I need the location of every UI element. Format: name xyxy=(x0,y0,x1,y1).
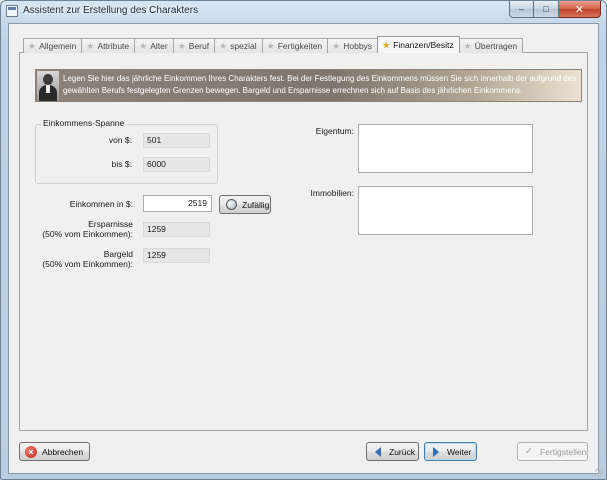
star-icon: ★ xyxy=(266,40,275,51)
cancel-icon: × xyxy=(25,445,37,458)
finish-button-label: Fertigstellen xyxy=(540,446,587,457)
star-icon: ★ xyxy=(177,40,186,51)
tab-attribute[interactable]: ★ Attribute xyxy=(81,38,136,53)
maximize-icon: □ xyxy=(543,4,549,14)
tab-strip: ★ Allgemein ★ Attribute ★ Alter ★ Beruf ★ spe… xyxy=(23,36,524,53)
resize-grip[interactable] xyxy=(595,468,604,477)
savings-label-line1: Ersparnisse xyxy=(88,219,133,229)
info-banner: Legen Sie hier das jährliche Einkommen I… xyxy=(35,69,582,102)
tab-label: Alter xyxy=(150,41,168,51)
real-estate-label: Immobilien: xyxy=(310,188,354,198)
tab-label: Finanzen/Besitz xyxy=(393,40,454,50)
cancel-button-label: Abbrechen xyxy=(42,446,84,457)
to-value: 6000 xyxy=(143,157,210,172)
tab-finanzen-besitz[interactable]: ★ Finanzen/Besitz xyxy=(377,36,460,53)
window-title: Assistent zur Erstellung des Charakters xyxy=(23,5,199,16)
title-bar[interactable]: Assistent zur Erstellung des Charakters … xyxy=(1,1,606,22)
minimize-button[interactable]: – xyxy=(509,1,534,18)
income-label: Einkommen in $: xyxy=(69,199,133,209)
close-button[interactable]: ✕ xyxy=(559,1,601,18)
star-icon: ★ xyxy=(463,40,472,51)
tab-label: Übertragen xyxy=(474,41,518,51)
income-input[interactable]: 2519 xyxy=(143,195,212,212)
property-label: Eigentum: xyxy=(315,126,354,136)
star-icon: ★ xyxy=(332,40,341,51)
banner-text: Legen Sie hier das jährliche Einkommen I… xyxy=(63,74,577,95)
cash-label-line1: Bargeld xyxy=(103,249,133,259)
tab-alter[interactable]: ★ Alter xyxy=(134,38,174,53)
tab-label: spezial xyxy=(230,41,257,51)
star-icon: ★ xyxy=(219,40,228,51)
tab-label: Beruf xyxy=(188,41,210,51)
finish-button[interactable]: ✓ Fertigstellen xyxy=(517,442,588,461)
star-icon: ★ xyxy=(28,40,37,51)
savings-value: 1259 xyxy=(143,222,210,237)
back-button-label: Zurück xyxy=(389,446,415,457)
from-value: 501 xyxy=(143,133,210,148)
property-textarea[interactable] xyxy=(358,124,533,173)
tab-beruf[interactable]: ★ Beruf xyxy=(172,38,216,53)
star-icon: ★ xyxy=(382,39,391,50)
to-label: bis $: xyxy=(111,159,132,169)
from-label: von $: xyxy=(108,135,132,145)
tab-allgemein[interactable]: ★ Allgemein xyxy=(23,38,83,53)
close-icon: ✕ xyxy=(574,3,585,16)
next-button-label: Weiter xyxy=(447,446,472,457)
tab-fertigkeiten[interactable]: ★ Fertigkeiten xyxy=(261,38,329,53)
app-icon xyxy=(6,5,18,17)
cancel-button[interactable]: × Abbrechen xyxy=(19,442,90,461)
caption-buttons: – □ ✕ xyxy=(509,1,601,18)
star-icon: ★ xyxy=(139,40,148,51)
tab-label: Attribute xyxy=(97,41,130,51)
star-icon: ★ xyxy=(86,40,95,51)
maximize-button[interactable]: □ xyxy=(534,1,559,18)
portrait-icon xyxy=(37,71,59,101)
tab-label: Allgemein xyxy=(39,41,77,51)
tab-panel xyxy=(19,52,588,431)
back-button[interactable]: Zurück xyxy=(366,442,419,461)
cash-label: Bargeld (50% vom Einkommen): xyxy=(40,249,133,269)
income-range-title: Einkommens-Spanne xyxy=(41,118,127,128)
minimize-icon: – xyxy=(518,4,524,14)
real-estate-textarea[interactable] xyxy=(358,186,533,235)
random-button-label: Zufällig xyxy=(242,199,270,210)
arrow-left-icon xyxy=(372,446,384,458)
next-button[interactable]: Weiter xyxy=(424,442,477,461)
arrow-right-icon xyxy=(430,446,442,458)
globe-icon xyxy=(225,199,237,211)
tab-uebertragen[interactable]: ★ Übertragen xyxy=(458,38,524,53)
savings-label-line2: (50% vom Einkommen): xyxy=(42,229,133,239)
cash-label-line2: (50% vom Einkommen): xyxy=(42,259,133,269)
savings-label: Ersparnisse (50% vom Einkommen): xyxy=(40,219,133,239)
tab-spezial[interactable]: ★ spezial xyxy=(214,38,263,53)
tab-label: Hobbys xyxy=(343,41,373,51)
tab-label: Fertigkeiten xyxy=(277,41,323,51)
tab-hobbys[interactable]: ★ Hobbys xyxy=(327,38,379,53)
cash-value: 1259 xyxy=(143,248,210,263)
random-button[interactable]: Zufällig xyxy=(219,195,271,214)
checkmark-icon: ✓ xyxy=(524,446,534,457)
